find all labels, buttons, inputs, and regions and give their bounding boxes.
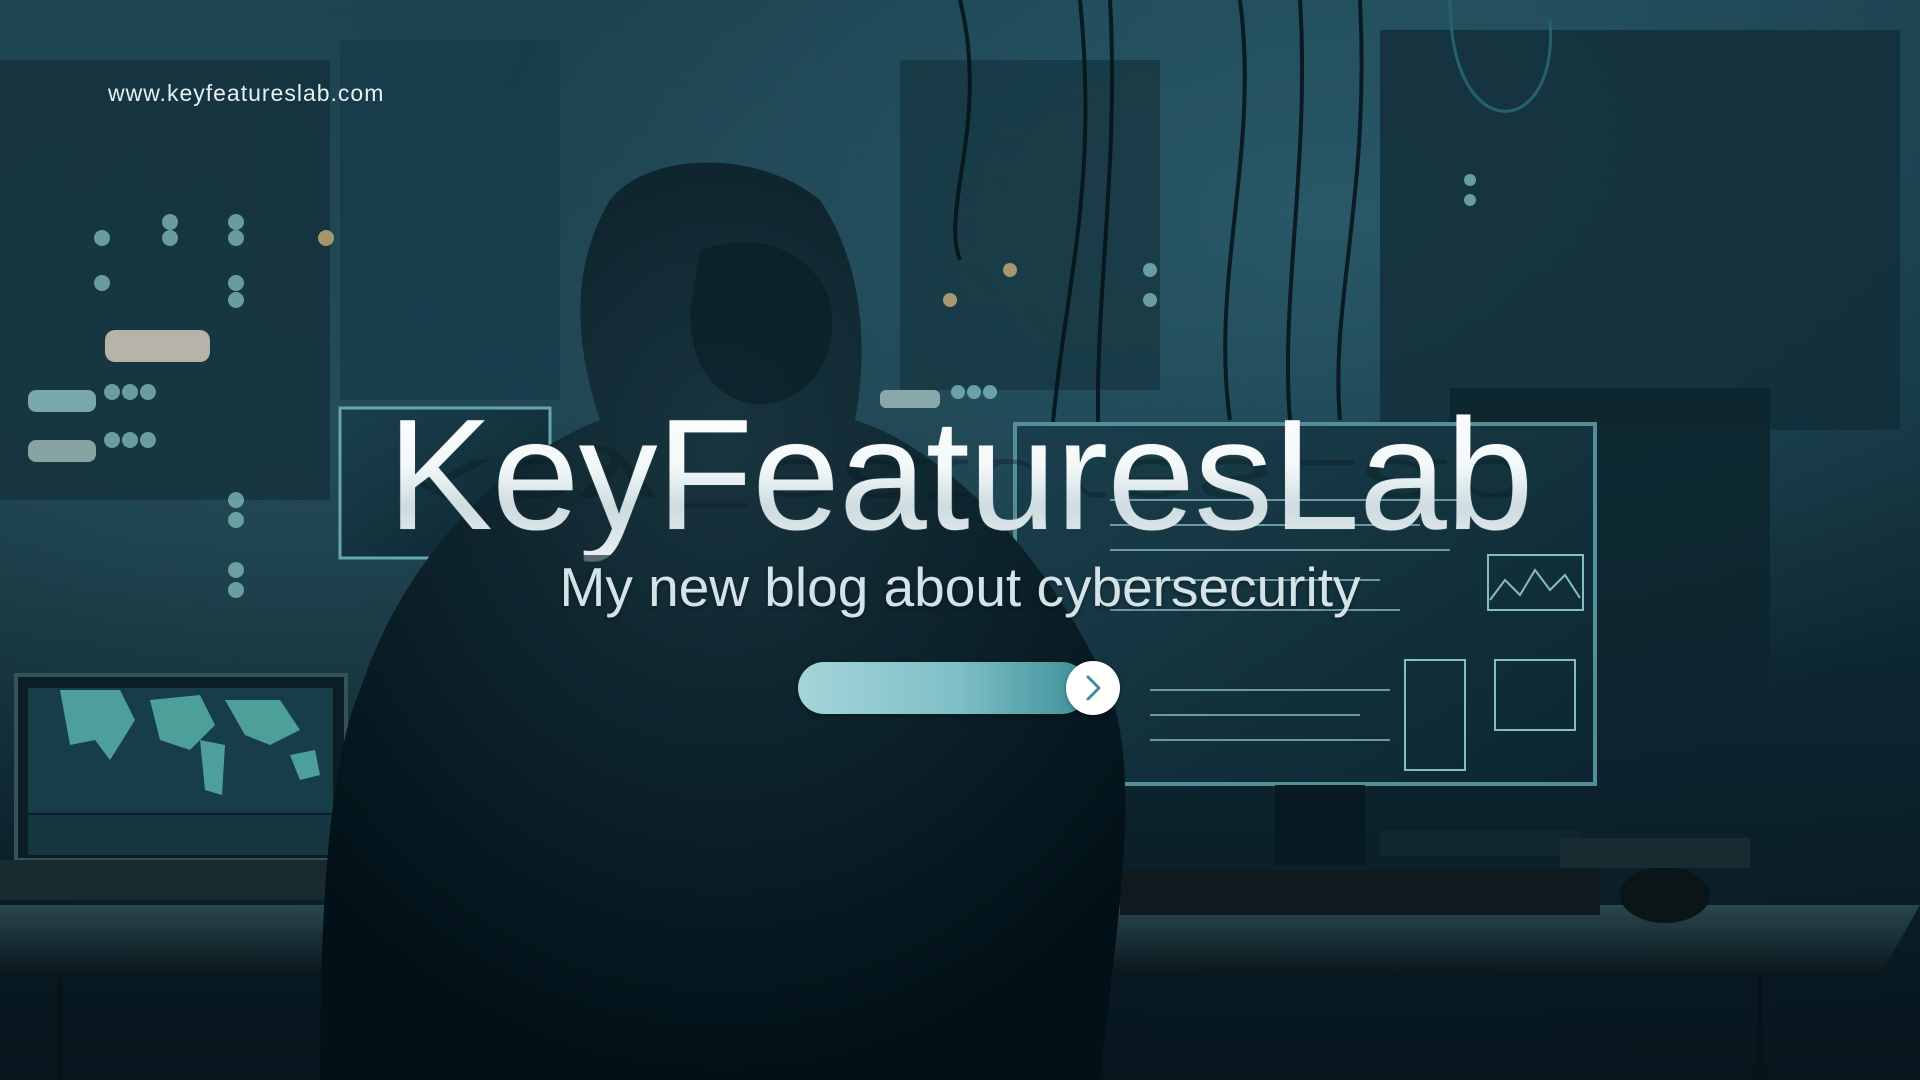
page-title: KeyFeaturesLab xyxy=(0,395,1920,555)
chevron-right-icon xyxy=(1086,675,1101,701)
hero-banner: www.keyfeatureslab.com KeyFeaturesLab Ke… xyxy=(0,0,1920,1080)
site-url: www.keyfeatureslab.com xyxy=(108,80,385,106)
get-started-button[interactable] xyxy=(798,662,1088,714)
next-button[interactable] xyxy=(1066,661,1120,715)
page-subtitle: My new blog about cybersecurity xyxy=(559,556,1361,618)
